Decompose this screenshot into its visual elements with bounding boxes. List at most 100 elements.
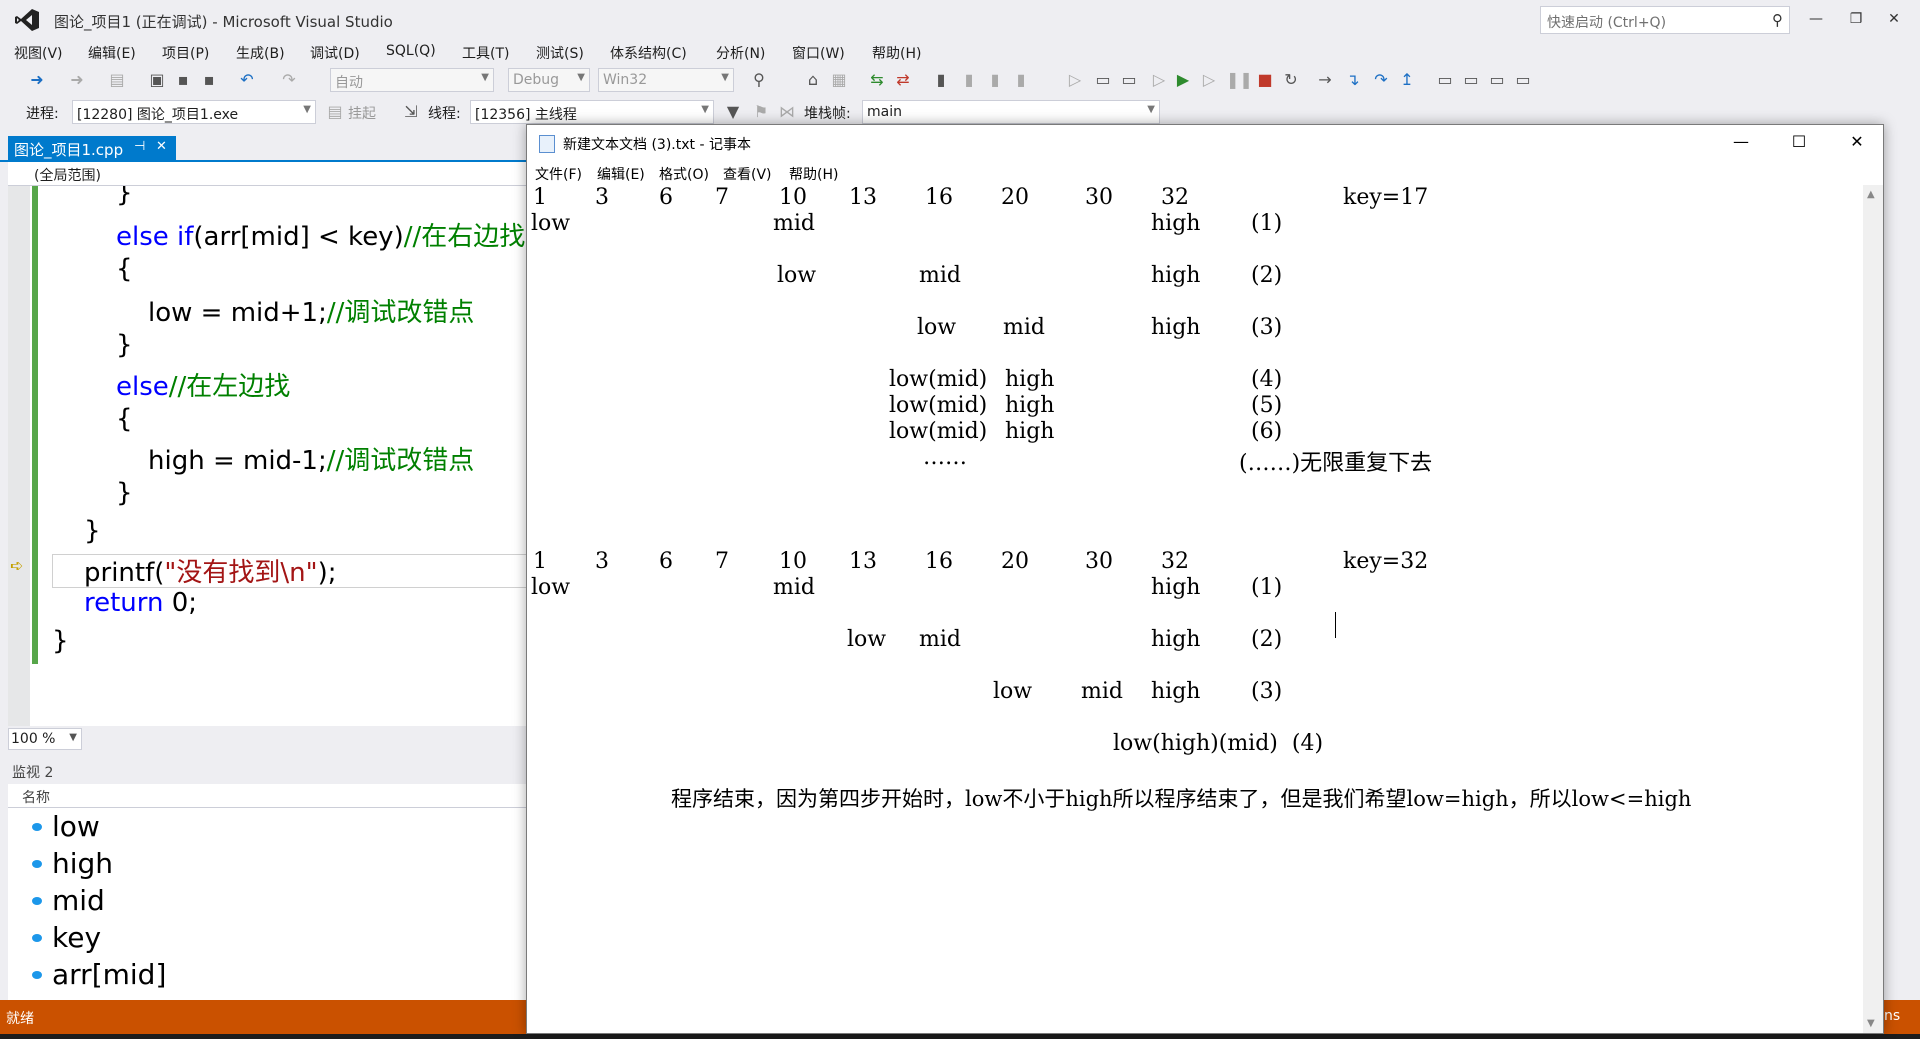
forward-icon[interactable]: ➜ [66, 69, 88, 91]
menu-help[interactable]: 帮助(H) [789, 164, 838, 184]
menu-project[interactable]: 项目(P) [162, 43, 209, 63]
code-line[interactable]: high = mid-1;//调试改错点 [148, 440, 474, 477]
layout-icon[interactable]: ▭ [1434, 69, 1456, 91]
suspend-icon[interactable]: ▤ [324, 101, 346, 123]
save-all-icon[interactable]: ▪ [198, 69, 220, 91]
comment-icon[interactable]: ⇆ [866, 69, 888, 91]
watch-item[interactable]: low [32, 810, 100, 843]
back-icon[interactable]: ➜ [26, 69, 48, 91]
platform-dropdown[interactable]: Win32 ▼ [598, 68, 734, 92]
close-icon[interactable]: ✕ [1835, 129, 1879, 155]
code-line[interactable]: } [52, 626, 69, 656]
layout-icon[interactable]: ▭ [1486, 69, 1508, 91]
show-next-statement-icon[interactable]: → [1314, 69, 1336, 91]
code-line[interactable]: else if(arr[mid] < key)//在右边找 [116, 216, 525, 253]
code-line[interactable]: } [116, 330, 133, 360]
scroll-down-icon[interactable]: ▼ [1867, 1018, 1875, 1029]
stop-icon[interactable]: ■ [1254, 69, 1276, 91]
menu-build[interactable]: 生成(B) [236, 43, 285, 63]
process-dropdown[interactable]: [12280] 图论_项目1.exe ▼ [72, 100, 316, 124]
code-line[interactable]: } [84, 516, 101, 546]
thread-dropdown[interactable]: [12356] 主线程 ▼ [470, 100, 714, 124]
notepad-text-area[interactable]: 1 3 6 7 10 13 16 20 30 32 key=17 low mid… [527, 185, 1863, 1033]
menu-debug[interactable]: 调试(D) [310, 43, 360, 63]
layout-icon[interactable]: ▭ [1512, 69, 1534, 91]
code-editor[interactable]: ➪ } else if(arr[mid] < key)//在右边找 { low … [8, 186, 528, 726]
navigation-bar[interactable]: (全局范围) [8, 162, 528, 186]
menu-format[interactable]: 格式(O) [659, 164, 709, 184]
notepad-vertical-scrollbar[interactable]: ▲ ▼ [1863, 185, 1883, 1033]
prev-bookmark-icon[interactable]: ▮ [958, 69, 980, 91]
menu-help[interactable]: 帮助(H) [872, 43, 921, 63]
menu-sql[interactable]: SQL(Q) [386, 43, 436, 59]
new-project-icon[interactable]: ▤ [106, 69, 128, 91]
zoom-dropdown[interactable]: 100 % ▼ [8, 728, 82, 750]
close-icon[interactable]: ✕ [1878, 6, 1910, 32]
redo-icon[interactable]: ↷ [278, 69, 300, 91]
config-dropdown[interactable]: Debug ▼ [508, 68, 590, 92]
solution-config-dropdown[interactable]: 自动 ▼ [330, 68, 494, 92]
find-icon[interactable]: ⚲ [748, 69, 770, 91]
restart-icon[interactable]: ↻ [1280, 69, 1302, 91]
step-over-icon[interactable]: ↷ [1370, 69, 1392, 91]
pin-icon[interactable]: ⊣ [134, 139, 145, 154]
suspend-label[interactable]: 挂起 [348, 103, 376, 123]
pause-icon[interactable]: ❚❚ [1226, 69, 1253, 91]
restore-icon[interactable]: ❐ [1840, 6, 1872, 32]
menu-analyze[interactable]: 分析(N) [716, 43, 765, 63]
code-line[interactable]: } [116, 186, 133, 208]
filter-icon[interactable]: ▼ [722, 101, 744, 123]
scope-dropdown[interactable]: (全局范围) [34, 165, 101, 185]
document-tab[interactable]: 图论_项目1.cpp ⊣ ✕ [8, 136, 176, 160]
menu-view[interactable]: 查看(V) [723, 164, 772, 184]
menu-edit[interactable]: 编辑(E) [88, 43, 136, 63]
properties-icon[interactable]: ▦ [828, 69, 850, 91]
menu-file[interactable]: 文件(F) [535, 164, 582, 184]
menu-view[interactable]: 视图(V) [14, 43, 63, 63]
thread-icon[interactable]: ⇲ [400, 101, 422, 123]
code-line[interactable]: { [116, 254, 133, 284]
continue-icon[interactable]: ▶ [1172, 69, 1194, 91]
minimize-icon[interactable]: — [1719, 129, 1763, 155]
watch-item[interactable]: high [32, 847, 113, 880]
step-into-icon[interactable]: ↴ [1342, 69, 1364, 91]
save-icon[interactable]: ▪ [172, 69, 194, 91]
flag-icon[interactable]: ⚑ [750, 101, 772, 123]
uncomment-icon[interactable]: ⇄ [892, 69, 914, 91]
quick-launch-input[interactable]: 快速启动 (Ctrl+Q) ⚲ [1540, 6, 1790, 34]
code-line[interactable]: low = mid+1;//调试改错点 [148, 292, 474, 329]
search-icon[interactable]: ⚲ [1772, 11, 1783, 29]
code-line[interactable]: } [116, 478, 133, 508]
menu-test[interactable]: 测试(S) [536, 43, 584, 63]
layout-icon[interactable]: ▭ [1092, 69, 1114, 91]
watch-item[interactable]: key [32, 921, 101, 954]
undo-icon[interactable]: ↶ [236, 69, 258, 91]
show-threads-icon[interactable]: ⋈ [776, 101, 798, 123]
layout-icon[interactable]: ▭ [1460, 69, 1482, 91]
watch-item[interactable]: mid [32, 884, 105, 917]
layout-icon[interactable]: ▭ [1118, 69, 1140, 91]
code-line[interactable]: { [116, 404, 133, 434]
code-line[interactable]: else//在左边找 [116, 366, 290, 403]
code-line[interactable]: printf("没有找到\n"); [84, 552, 336, 589]
clear-bookmarks-icon[interactable]: ▮ [1010, 69, 1032, 91]
watch-column-header[interactable]: 名称 [8, 784, 528, 808]
minimize-icon[interactable]: — [1800, 6, 1832, 32]
bookmark-icon[interactable]: ▮ [930, 69, 952, 91]
scroll-up-icon[interactable]: ▲ [1867, 189, 1875, 200]
stack-frame-dropdown[interactable]: main ▼ [862, 100, 1160, 124]
open-file-icon[interactable]: ▣ [146, 69, 168, 91]
menu-tools[interactable]: 工具(T) [462, 43, 509, 63]
watch-item[interactable]: arr[mid] [32, 958, 166, 991]
menu-edit[interactable]: 编辑(E) [597, 164, 645, 184]
vs-right-scrollbar[interactable] [1905, 40, 1920, 1000]
step-out-icon[interactable]: ↥ [1396, 69, 1418, 91]
code-line[interactable]: return 0; [84, 588, 197, 618]
next-bookmark-icon[interactable]: ▮ [984, 69, 1006, 91]
menu-window[interactable]: 窗口(W) [792, 43, 845, 63]
menu-architecture[interactable]: 体系结构(C) [610, 43, 687, 63]
maximize-icon[interactable]: ☐ [1777, 129, 1821, 155]
indicator-margin[interactable] [8, 186, 30, 726]
close-tab-icon[interactable]: ✕ [156, 139, 167, 154]
toolbox-icon[interactable]: ⌂ [802, 69, 824, 91]
